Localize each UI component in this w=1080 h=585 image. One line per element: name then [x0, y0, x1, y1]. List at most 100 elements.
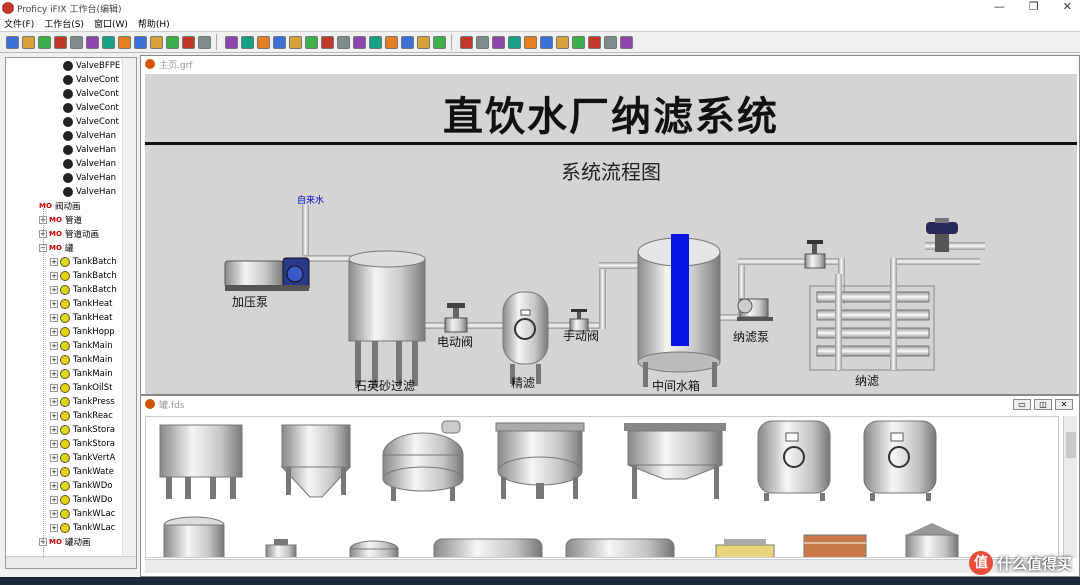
toolbar-button[interactable]: [433, 35, 446, 49]
tree-item-valve[interactable]: ValveHan: [63, 157, 116, 171]
tree-item-tank[interactable]: + TankWLac: [50, 521, 115, 535]
toolbar-button[interactable]: [572, 35, 585, 49]
tree-item-valve[interactable]: ValveHan: [63, 143, 116, 157]
toolbar-button[interactable]: [257, 35, 270, 49]
tree-item-group[interactable]: + MO 罐动画: [39, 535, 91, 549]
toolbar-button[interactable]: [588, 35, 601, 49]
toolbar-button[interactable]: [241, 35, 254, 49]
tree-item-tank[interactable]: + TankMain: [50, 353, 113, 367]
toolbar-button[interactable]: [321, 35, 334, 49]
toolbar-button[interactable]: [369, 35, 382, 49]
tree-expander[interactable]: +: [50, 328, 58, 336]
tree-expander[interactable]: +: [50, 412, 58, 420]
tree-expander[interactable]: +: [50, 482, 58, 490]
tank-symbol[interactable]: [905, 523, 959, 558]
toolbar-button[interactable]: [508, 35, 521, 49]
toolbar-button[interactable]: [492, 35, 505, 49]
tree-expander[interactable]: +: [50, 370, 58, 378]
tree-expander[interactable]: +: [50, 524, 58, 532]
tree-expander[interactable]: +: [50, 384, 58, 392]
tree-item-tank[interactable]: + TankWDo: [50, 493, 112, 507]
tree-expander[interactable]: +: [50, 440, 58, 448]
tree-item-tank[interactable]: + TankStora: [50, 437, 115, 451]
tank-symbol[interactable]: [715, 539, 775, 558]
tree-item-valve[interactable]: ValveHan: [63, 185, 116, 199]
toolbar-button[interactable]: [118, 35, 131, 49]
tank-gallery-vertical-scrollbar[interactable]: [1063, 416, 1077, 558]
tree-item-valve[interactable]: ValveCont: [63, 73, 119, 87]
toolbar-button[interactable]: [417, 35, 430, 49]
toolbar-button[interactable]: [337, 35, 350, 49]
tree-expander[interactable]: +: [50, 258, 58, 266]
toolbar-button[interactable]: [289, 35, 302, 49]
toolbar-button[interactable]: [198, 35, 211, 49]
tree-horizontal-scrollbar[interactable]: [6, 556, 136, 568]
toolbar-button[interactable]: [166, 35, 179, 49]
tank-gallery-horizontal-scrollbar[interactable]: [145, 559, 1059, 573]
toolbar-button[interactable]: [86, 35, 99, 49]
toolbar-button[interactable]: [150, 35, 163, 49]
tree-item-tank[interactable]: + TankPress: [50, 395, 115, 409]
tree-item-tank[interactable]: + TankWate: [50, 465, 114, 479]
tree-expander[interactable]: +: [50, 272, 58, 280]
toolbar-button[interactable]: [182, 35, 195, 49]
tank-library-titlebar[interactable]: 罐.fds: [141, 396, 1079, 412]
menu-workspace[interactable]: 工作台(S): [44, 17, 84, 30]
tree-expander[interactable]: +: [50, 356, 58, 364]
minimize-button[interactable]: ▭: [1013, 399, 1031, 410]
tree-item-tank[interactable]: + TankWLac: [50, 507, 115, 521]
toolbar-button[interactable]: [401, 35, 414, 49]
tree-item-tank[interactable]: + TankBatch: [50, 255, 117, 269]
tank-symbol[interactable]: [565, 538, 675, 558]
tank-symbol[interactable]: [280, 424, 352, 498]
tank-symbol[interactable]: [159, 424, 243, 499]
toolbar-button[interactable]: [134, 35, 147, 49]
toolbar-button[interactable]: [6, 35, 19, 49]
tank-symbol[interactable]: [433, 538, 543, 558]
scroll-thumb[interactable]: [1066, 432, 1076, 458]
tree-expander[interactable]: +: [50, 314, 58, 322]
toolbar-button[interactable]: [476, 35, 489, 49]
tree-item-tank[interactable]: + TankHeat: [50, 311, 112, 325]
tree-item-tank[interactable]: + TankMain: [50, 367, 113, 381]
main-document-titlebar[interactable]: 主页.grf: [141, 56, 1079, 72]
tank-symbol[interactable]: [265, 539, 297, 558]
toolbar-button[interactable]: [102, 35, 115, 49]
menu-window[interactable]: 窗口(W): [94, 17, 128, 30]
tank-symbol[interactable]: [349, 540, 399, 558]
tree-item-tank[interactable]: + TankStora: [50, 423, 115, 437]
tree-item-valve[interactable]: ValveCont: [63, 115, 119, 129]
tree-item-tank[interactable]: + TankHopp: [50, 325, 115, 339]
tree-item-group[interactable]: − MO 罐: [39, 241, 74, 255]
tree-item-tank[interactable]: + TankReac: [50, 409, 113, 423]
maximize-button[interactable]: ◫: [1034, 399, 1052, 410]
tree-item-valve[interactable]: ValveHan: [63, 129, 116, 143]
tree-expander[interactable]: +: [50, 454, 58, 462]
tank-symbol[interactable]: [163, 516, 225, 558]
tank-symbol[interactable]: [803, 534, 867, 558]
tank-symbol[interactable]: [863, 420, 937, 501]
tree-item-tank[interactable]: + TankVertA: [50, 451, 115, 465]
tree-item-valve[interactable]: ValveHan: [63, 171, 116, 185]
tree-expander[interactable]: +: [50, 300, 58, 308]
toolbar-button[interactable]: [353, 35, 366, 49]
tree-vertical-scrollbar[interactable]: [122, 58, 136, 568]
toolbar-button[interactable]: [556, 35, 569, 49]
tree-item-valve[interactable]: ValveBFPE: [63, 59, 120, 73]
tree-expander[interactable]: +: [50, 510, 58, 518]
tank-symbol[interactable]: [382, 420, 464, 501]
toolbar-button[interactable]: [305, 35, 318, 49]
menu-file[interactable]: 文件(F): [4, 17, 34, 30]
toolbar-button[interactable]: [70, 35, 83, 49]
tree-expander[interactable]: +: [50, 398, 58, 406]
tree-item-tank[interactable]: + TankBatch: [50, 283, 117, 297]
tree-item-group[interactable]: MO 阀动画: [39, 199, 81, 213]
tree-item-group[interactable]: + MO 管道动画: [39, 227, 99, 241]
toolbar-button[interactable]: [524, 35, 537, 49]
minimize-button[interactable]: —: [994, 0, 1005, 13]
tree-expander[interactable]: +: [50, 468, 58, 476]
tree-expander[interactable]: +: [50, 286, 58, 294]
toolbar-button[interactable]: [540, 35, 553, 49]
toolbar-button[interactable]: [620, 35, 633, 49]
toolbar-button[interactable]: [604, 35, 617, 49]
